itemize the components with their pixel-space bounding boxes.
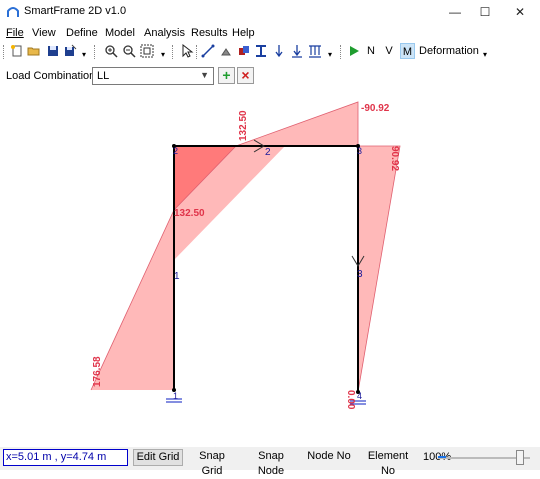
element-label: 3 xyxy=(357,269,363,280)
load-combination-dropdown[interactable]: LL ▼ xyxy=(92,67,214,85)
node-label: 4 xyxy=(357,391,362,401)
menu-file[interactable]: File xyxy=(6,27,24,39)
save-as-icon[interactable] xyxy=(63,44,77,58)
menu-bar: File View Define Model Analysis Results … xyxy=(0,25,540,41)
moment-value-label: 132.50 xyxy=(238,110,249,141)
zoom-slider-thumb[interactable] xyxy=(516,450,524,465)
toolbar-overflow-icon[interactable]: ▾ xyxy=(156,48,170,62)
moment-value-label: 132.50 xyxy=(174,208,205,219)
toolbar: ▾ ▾ ▾ N V M Deformation ▾ xyxy=(0,42,540,62)
element-number-toggle[interactable]: Element No xyxy=(360,449,416,477)
load-combination-label: Load Combination xyxy=(6,70,96,82)
menu-results[interactable]: Results xyxy=(191,27,228,39)
toolbar-separator xyxy=(94,45,96,59)
shear-force-button[interactable]: V xyxy=(382,43,396,59)
support-icon[interactable] xyxy=(219,44,233,58)
moment-value-label: 90.92 xyxy=(389,146,400,171)
maximize-button[interactable]: ☐ xyxy=(468,0,502,24)
node-number-toggle[interactable]: Node No xyxy=(306,449,352,466)
cursor-coordinates: x=5.01 m , y=4.74 m xyxy=(3,449,128,466)
draw-element-icon[interactable] xyxy=(201,44,215,58)
node-label: 3 xyxy=(357,146,362,156)
moment-value-label: 0.00 xyxy=(345,390,356,410)
snap-node-toggle[interactable]: Snap Node xyxy=(244,449,298,477)
toolbar-grip xyxy=(3,45,5,59)
menu-view[interactable]: View xyxy=(32,27,56,39)
toolbar-overflow-icon[interactable]: ▾ xyxy=(323,48,337,62)
snap-grid-toggle[interactable]: Snap Grid xyxy=(188,449,236,477)
i-beam-icon[interactable] xyxy=(254,44,268,58)
menu-model[interactable]: Model xyxy=(105,27,135,39)
node-label: 1 xyxy=(173,391,178,401)
element-label: 1 xyxy=(174,271,180,282)
toolbar-separator xyxy=(172,45,174,59)
window-title: SmartFrame 2D v1.0 xyxy=(24,5,127,17)
zoom-out-icon[interactable] xyxy=(438,456,446,458)
close-button[interactable]: ✕ xyxy=(503,0,537,24)
new-file-icon[interactable] xyxy=(10,44,24,58)
toolbar-separator xyxy=(196,45,198,59)
menu-define[interactable]: Define xyxy=(66,27,98,39)
moment-value-label: -90.92 xyxy=(361,103,390,114)
axial-force-button[interactable]: N xyxy=(364,43,378,59)
toolbar-overflow-icon[interactable]: ▾ xyxy=(478,48,492,62)
select-cursor-icon[interactable] xyxy=(180,44,194,58)
app-logo-icon xyxy=(7,7,19,17)
load-combination-value: LL xyxy=(97,70,110,82)
open-folder-icon[interactable] xyxy=(27,44,41,58)
zoom-in-icon[interactable] xyxy=(104,44,118,58)
zoom-out-icon[interactable] xyxy=(122,44,136,58)
remove-combination-button[interactable]: × xyxy=(237,67,254,84)
menu-help[interactable]: Help xyxy=(232,27,255,39)
edit-grid-button[interactable]: Edit Grid xyxy=(133,449,183,466)
node-label: 2 xyxy=(173,146,178,156)
zoom-extents-icon[interactable] xyxy=(140,44,154,58)
distributed-load-icon[interactable] xyxy=(308,44,322,58)
add-combination-button[interactable]: + xyxy=(218,67,235,84)
load-combination-row: Load Combination LL ▼ + × xyxy=(0,66,540,88)
save-icon[interactable] xyxy=(46,44,60,58)
title-bar: SmartFrame 2D v1.0 — ☐ ✕ xyxy=(0,0,540,24)
point-load-icon[interactable] xyxy=(272,44,286,58)
run-analysis-icon[interactable] xyxy=(347,44,361,58)
moment-value-label: 176.58 xyxy=(92,356,103,387)
section-icon[interactable] xyxy=(237,44,251,58)
deformation-button[interactable]: Deformation xyxy=(419,43,479,59)
status-bar: x=5.01 m , y=4.74 m Edit Grid Snap Grid … xyxy=(0,447,540,477)
bending-moment-button[interactable]: M xyxy=(400,43,415,59)
node-load-icon[interactable] xyxy=(290,44,304,58)
toolbar-separator xyxy=(340,45,342,59)
toolbar-overflow-icon[interactable]: ▾ xyxy=(77,48,91,62)
menu-analysis[interactable]: Analysis xyxy=(144,27,185,39)
minimize-button[interactable]: — xyxy=(438,0,472,24)
frame-canvas[interactable]: 1 2 3 4 1 2 3 132.50 -90.92 132.50 90.92… xyxy=(0,90,540,444)
chevron-down-icon: ▼ xyxy=(200,70,209,80)
element-label: 2 xyxy=(265,147,271,158)
